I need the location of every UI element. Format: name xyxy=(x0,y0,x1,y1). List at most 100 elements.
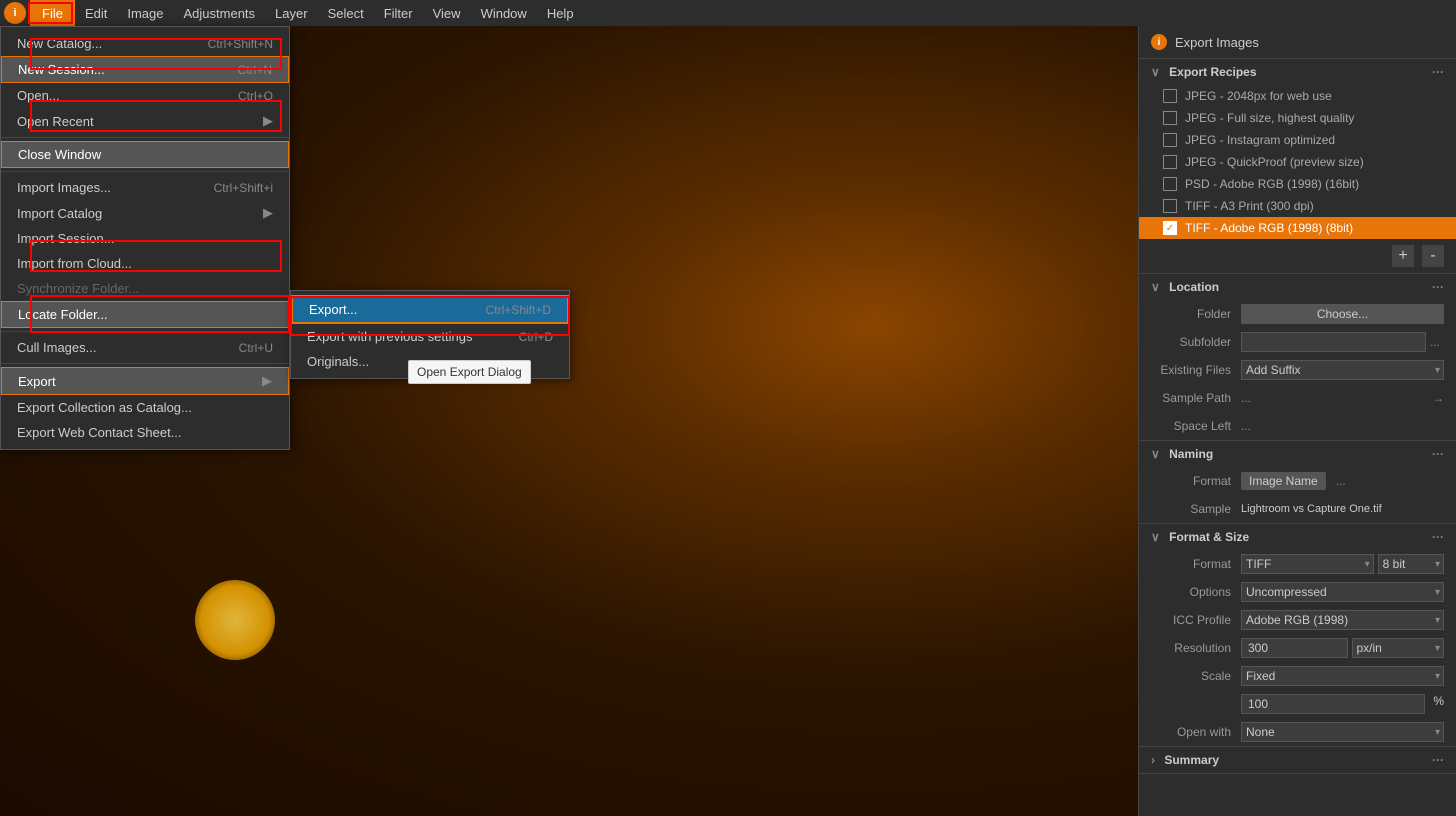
folder-row: Folder Choose... xyxy=(1139,300,1456,328)
info-icon: i xyxy=(1151,34,1167,50)
chevron-icon: ∨ xyxy=(1151,280,1160,294)
recipe-tiff-8bit[interactable]: TIFF - Adobe RGB (1998) (8bit) xyxy=(1139,217,1456,239)
remove-recipe-button[interactable]: - xyxy=(1422,245,1444,267)
existing-files-row: Existing Files Add Suffix xyxy=(1139,356,1456,384)
export-recipes-section: ∨ Export Recipes ··· JPEG - 2048px for w… xyxy=(1139,59,1456,274)
recipe-jpeg-2048[interactable]: JPEG - 2048px for web use xyxy=(1139,85,1456,107)
chevron-icon: ∨ xyxy=(1151,65,1160,79)
subfolder-dots-button[interactable]: ... xyxy=(1426,333,1444,351)
window-menu-item[interactable]: Window xyxy=(471,0,537,26)
open-with-row: Open with None xyxy=(1139,718,1456,746)
format-badge: Image Name xyxy=(1241,472,1326,490)
layer-menu-item[interactable]: Layer xyxy=(265,0,318,26)
format-size-header[interactable]: ∨ Format & Size ··· xyxy=(1139,524,1456,550)
recipe-jpeg-full[interactable]: JPEG - Full size, highest quality xyxy=(1139,107,1456,129)
summary-header[interactable]: › Summary ··· xyxy=(1139,747,1456,773)
resolution-unit-select[interactable]: px/in xyxy=(1352,638,1445,658)
recipe-jpeg-instagram[interactable]: JPEG - Instagram optimized xyxy=(1139,129,1456,151)
close-window-item[interactable]: Close Window xyxy=(1,141,289,168)
format-size-dots[interactable]: ··· xyxy=(1432,530,1444,544)
adjustments-menu-item[interactable]: Adjustments xyxy=(174,0,266,26)
format-row: Format TIFF 8 bit xyxy=(1139,550,1456,578)
bokeh-circle xyxy=(195,580,275,660)
export-recipes-header[interactable]: ∨ Export Recipes ··· xyxy=(1139,59,1456,85)
recipe-checkbox xyxy=(1163,177,1177,191)
recipe-psd-16bit[interactable]: PSD - Adobe RGB (1998) (16bit) xyxy=(1139,173,1456,195)
new-session-item[interactable]: New Session... Ctrl+N xyxy=(1,56,289,83)
recipe-checkbox xyxy=(1163,133,1177,147)
import-catalog-item[interactable]: Import Catalog ▶ xyxy=(1,200,289,226)
resolution-row: Resolution px/in xyxy=(1139,634,1456,662)
menubar: i File Edit Image Adjustments Layer Sele… xyxy=(0,0,1456,26)
filter-menu-item[interactable]: Filter xyxy=(374,0,423,26)
open-with-select[interactable]: None xyxy=(1241,722,1444,742)
format-select[interactable]: TIFF xyxy=(1241,554,1374,574)
file-dropdown: New Catalog... Ctrl+Shift+N New Session.… xyxy=(0,26,290,450)
location-dots[interactable]: ··· xyxy=(1432,280,1444,294)
sync-folder-item: Synchronize Folder... xyxy=(1,276,289,301)
naming-section: ∨ Naming ··· Format Image Name ... Sampl… xyxy=(1139,441,1456,524)
subfolder-row: Subfolder ... xyxy=(1139,328,1456,356)
subfolder-input[interactable] xyxy=(1241,332,1426,352)
help-menu-item[interactable]: Help xyxy=(537,0,584,26)
naming-dots[interactable]: ··· xyxy=(1432,447,1444,461)
app-logo: i xyxy=(4,2,26,24)
icc-select[interactable]: Adobe RGB (1998) xyxy=(1241,610,1444,630)
locate-folder-item[interactable]: Locate Folder... xyxy=(1,301,289,328)
recipe-jpeg-quickproof[interactable]: JPEG - QuickProof (preview size) xyxy=(1139,151,1456,173)
cull-images-item[interactable]: Cull Images... Ctrl+U xyxy=(1,335,289,360)
export-prev-item[interactable]: Export with previous settings Ctrl+D xyxy=(291,324,569,349)
import-session-item[interactable]: Import Session... xyxy=(1,226,289,251)
export-dialog-item[interactable]: Export Recipes Export... Ctrl+Shift+D xyxy=(291,295,569,324)
file-menu-item[interactable]: File xyxy=(30,0,75,26)
options-row: Options Uncompressed xyxy=(1139,578,1456,606)
scale-row: Scale Fixed xyxy=(1139,662,1456,690)
resolution-input[interactable] xyxy=(1241,638,1348,658)
export-web-item[interactable]: Export Web Contact Sheet... xyxy=(1,420,289,445)
naming-format-dots[interactable]: ... xyxy=(1332,472,1350,490)
recipe-checkbox xyxy=(1163,111,1177,125)
scale-select[interactable]: Fixed xyxy=(1241,666,1444,686)
existing-files-select[interactable]: Add Suffix xyxy=(1241,360,1444,380)
recipe-checkbox xyxy=(1163,199,1177,213)
chevron-collapsed-icon: › xyxy=(1151,753,1155,767)
open-item[interactable]: Open... Ctrl+O xyxy=(1,83,289,108)
bit-depth-select[interactable]: 8 bit xyxy=(1378,554,1444,574)
choose-folder-button[interactable]: Choose... xyxy=(1241,304,1444,324)
import-images-item[interactable]: Import Images... Ctrl+Shift+i xyxy=(1,175,289,200)
separator-4 xyxy=(1,363,289,364)
recipe-actions: + - xyxy=(1139,239,1456,273)
select-menu-item[interactable]: Select xyxy=(318,0,374,26)
chevron-icon: ∨ xyxy=(1151,530,1160,544)
separator-1 xyxy=(1,137,289,138)
export-item[interactable]: Export ▶ xyxy=(1,367,289,395)
summary-section: › Summary ··· xyxy=(1139,747,1456,774)
naming-format-row: Format Image Name ... xyxy=(1139,467,1456,495)
new-catalog-item[interactable]: New Catalog... Ctrl+Shift+N xyxy=(1,31,289,56)
existing-files-select-wrapper: Add Suffix xyxy=(1241,360,1444,380)
summary-dots[interactable]: ··· xyxy=(1432,753,1444,767)
image-menu-item[interactable]: Image xyxy=(117,0,173,26)
export-recipes-dots[interactable]: ··· xyxy=(1432,65,1444,79)
export-collection-item[interactable]: Export Collection as Catalog... xyxy=(1,395,289,420)
scale-pct-input[interactable] xyxy=(1241,694,1425,714)
add-recipe-button[interactable]: + xyxy=(1392,245,1414,267)
separator-2 xyxy=(1,171,289,172)
format-size-section: ∨ Format & Size ··· Format TIFF 8 bit xyxy=(1139,524,1456,747)
edit-menu-item[interactable]: Edit xyxy=(75,0,117,26)
import-cloud-item[interactable]: Import from Cloud... xyxy=(1,251,289,276)
location-section: ∨ Location ··· Folder Choose... Subfolde… xyxy=(1139,274,1456,441)
right-panel: i Export Images ∨ Export Recipes ··· JPE… xyxy=(1138,26,1456,816)
space-left-row: Space Left ... xyxy=(1139,412,1456,440)
recipe-tiff-a3[interactable]: TIFF - A3 Print (300 dpi) xyxy=(1139,195,1456,217)
recipe-checkbox xyxy=(1163,89,1177,103)
naming-header[interactable]: ∨ Naming ··· xyxy=(1139,441,1456,467)
panel-header: i Export Images xyxy=(1139,26,1456,59)
scale-pct-row: % xyxy=(1139,690,1456,718)
view-menu-item[interactable]: View xyxy=(423,0,471,26)
recipe-checkbox xyxy=(1163,155,1177,169)
location-header[interactable]: ∨ Location ··· xyxy=(1139,274,1456,300)
naming-sample-row: Sample Lightroom vs Capture One.tif xyxy=(1139,495,1456,523)
options-select[interactable]: Uncompressed xyxy=(1241,582,1444,602)
open-recent-item[interactable]: Open Recent ▶ xyxy=(1,108,289,134)
